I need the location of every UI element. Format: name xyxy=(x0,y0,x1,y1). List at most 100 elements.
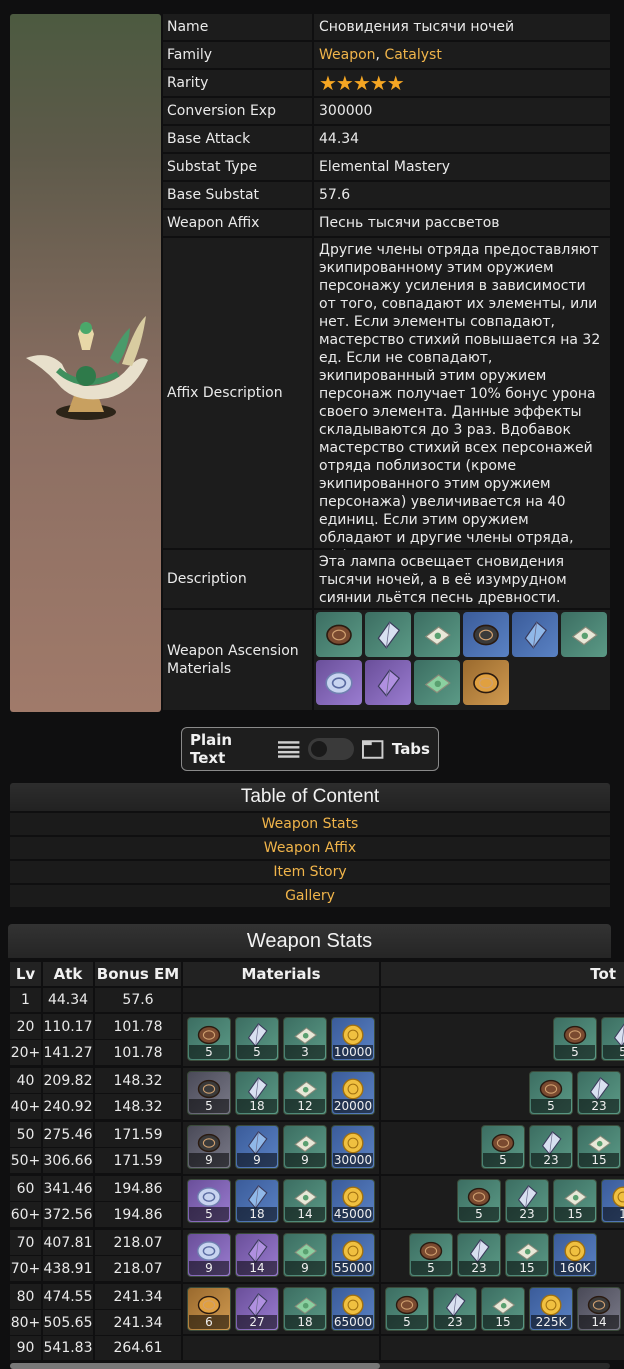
copper-material-icon[interactable]: 5 xyxy=(385,1287,429,1331)
info-row-base-attack: Base Attack 44.34 xyxy=(163,126,610,152)
material-quantity: 20000 xyxy=(333,1099,373,1113)
gold-talisman-icon[interactable] xyxy=(463,660,509,705)
stat-cell-lv: 40+ xyxy=(10,1094,41,1119)
weapon-name: Сновидения тысячи ночей xyxy=(314,14,610,40)
stat-cell-em: 148.32 xyxy=(95,1094,181,1119)
scroll-material-icon[interactable]: 15 xyxy=(577,1125,621,1169)
purple-material-icon[interactable]: 27 xyxy=(235,1287,279,1331)
copper-talisman-icon[interactable] xyxy=(316,612,362,657)
mora-material-icon[interactable]: 1 xyxy=(601,1179,624,1223)
mora-material-icon[interactable]: 225K xyxy=(529,1287,573,1331)
blue-material-icon[interactable]: 9 xyxy=(235,1125,279,1169)
crystal-material-icon[interactable]: 18 xyxy=(235,1071,279,1115)
material-quantity: 18 xyxy=(237,1207,277,1221)
substat-type: Elemental Mastery xyxy=(314,154,610,180)
mora-material-icon[interactable]: 160K xyxy=(553,1233,597,1277)
mora-material-icon[interactable]: 20000 xyxy=(331,1071,375,1115)
green-material-icon[interactable]: 9 xyxy=(283,1125,327,1169)
material-quantity: 5 xyxy=(189,1045,229,1059)
dark-material-icon[interactable]: 14 xyxy=(577,1287,621,1331)
crystal-shard-icon[interactable] xyxy=(365,612,411,657)
gold-material-icon[interactable]: 6 xyxy=(187,1287,231,1331)
toc-link-weapon-affix[interactable]: Weapon Affix xyxy=(10,837,610,859)
paper-scroll-icon[interactable] xyxy=(414,612,460,657)
material-quantity: 3 xyxy=(285,1045,325,1059)
stat-cell-atk: 240.92 xyxy=(43,1094,93,1119)
blue-crystal-icon[interactable] xyxy=(512,612,558,657)
jade-scroll-icon[interactable] xyxy=(414,660,460,705)
toc-link-item-story[interactable]: Item Story xyxy=(10,861,610,883)
level-materials-row: 5 5 3 10000 xyxy=(187,1017,375,1061)
scrollbar-thumb[interactable] xyxy=(10,1363,380,1369)
rarity-stars: ★★★★★ xyxy=(314,70,610,96)
green-scroll-icon[interactable] xyxy=(561,612,607,657)
purple-crystal-icon-glyph xyxy=(377,668,401,697)
mora-material-icon[interactable]: 65000 xyxy=(331,1287,375,1331)
info-row-name: Name Сновидения тысячи ночей xyxy=(163,14,610,40)
green-scroll-icon-glyph xyxy=(571,625,598,645)
stat-cell-em: 101.78 xyxy=(95,1040,181,1065)
info-row-substat-type: Substat Type Elemental Mastery xyxy=(163,154,610,180)
silver-material-icon[interactable]: 9 xyxy=(187,1233,231,1277)
green-material-icon[interactable]: 14 xyxy=(283,1179,327,1223)
mora-material-icon[interactable]: 10000 xyxy=(331,1017,375,1061)
jade-material-icon[interactable]: 9 xyxy=(283,1233,327,1277)
copper-material-icon[interactable]: 5 xyxy=(553,1017,597,1061)
view-mode-toggle[interactable]: Plain Text Tabs xyxy=(181,727,439,771)
blue-material-icon[interactable]: 18 xyxy=(235,1179,279,1223)
mora-material-icon[interactable]: 30000 xyxy=(331,1125,375,1169)
copper-material-icon[interactable]: 5 xyxy=(187,1017,231,1061)
table-of-contents: Table of Content Weapon Stats Weapon Aff… xyxy=(10,783,610,907)
mora-material-icon[interactable]: 55000 xyxy=(331,1233,375,1277)
copper-material-icon[interactable]: 5 xyxy=(529,1071,573,1115)
info-label: Conversion Exp xyxy=(163,98,312,124)
weapon-stats-table[interactable]: Lv Atk Bonus EM Materials Tot 1 44.34 57.6… xyxy=(10,962,624,1362)
crystal-material-icon[interactable]: 23 xyxy=(577,1071,621,1115)
family-link-weapon[interactable]: Weapon xyxy=(319,46,376,64)
weapon-description: Эта лампа освещает сновидения тысячи ноч… xyxy=(314,550,610,608)
scroll-material-icon[interactable]: 15 xyxy=(553,1179,597,1223)
toc-link-weapon-stats[interactable]: Weapon Stats xyxy=(10,813,610,835)
toc-link-gallery[interactable]: Gallery xyxy=(10,885,610,907)
stat-cell-em: 101.78 xyxy=(95,1014,181,1039)
crystal-material-icon[interactable]: 23 xyxy=(505,1179,549,1223)
stat-cell-lv: 80 xyxy=(10,1284,41,1309)
stat-cell-em: 194.86 xyxy=(95,1176,181,1201)
crystal-material-icon[interactable]: 5 xyxy=(235,1017,279,1061)
dark-material-icon[interactable]: 5 xyxy=(187,1071,231,1115)
material-quantity: 15 xyxy=(579,1153,619,1167)
crystal-material-icon[interactable]: 23 xyxy=(433,1287,477,1331)
silver-material-icon[interactable]: 5 xyxy=(187,1179,231,1223)
material-quantity: 5 xyxy=(237,1045,277,1059)
scroll-material-icon[interactable]: 12 xyxy=(283,1071,327,1115)
crystal-material-icon[interactable]: 23 xyxy=(529,1125,573,1169)
toggle-switch[interactable] xyxy=(307,738,355,760)
material-quantity: 14 xyxy=(237,1261,277,1275)
family-link-catalyst[interactable]: Catalyst xyxy=(384,46,441,64)
dark-talisman-icon[interactable] xyxy=(463,612,509,657)
purple-material-icon[interactable]: 14 xyxy=(235,1233,279,1277)
silver-disc-icon-glyph xyxy=(325,671,353,694)
purple-crystal-icon[interactable] xyxy=(365,660,411,705)
scroll-material-icon[interactable]: 15 xyxy=(481,1287,525,1331)
copper-material-icon[interactable]: 5 xyxy=(481,1125,525,1169)
jade-material-icon[interactable]: 18 xyxy=(283,1287,327,1331)
stat-cell-lv: 90 xyxy=(10,1336,41,1360)
material-quantity: 18 xyxy=(285,1315,325,1329)
dark-material-icon[interactable]: 9 xyxy=(187,1125,231,1169)
weapon-info-table: Name Сновидения тысячи ночей Family Weap… xyxy=(163,14,610,712)
crystal-material-icon[interactable]: 5 xyxy=(601,1017,624,1061)
horizontal-scrollbar[interactable] xyxy=(10,1363,610,1369)
col-header-bonus-em: Bonus EM xyxy=(95,962,181,986)
mora-material-icon[interactable]: 45000 xyxy=(331,1179,375,1223)
silver-disc-icon[interactable] xyxy=(316,660,362,705)
copper-material-icon[interactable]: 5 xyxy=(457,1179,501,1223)
scroll-material-icon[interactable]: 3 xyxy=(283,1017,327,1061)
crystal-material-icon[interactable]: 23 xyxy=(457,1233,501,1277)
level-materials-row: 9 9 9 30000 xyxy=(187,1125,375,1169)
material-quantity: 1 xyxy=(603,1207,624,1221)
material-quantity: 5 xyxy=(603,1045,624,1059)
level-materials-row: 5 18 14 45000 xyxy=(187,1179,375,1223)
copper-material-icon[interactable]: 5 xyxy=(409,1233,453,1277)
scroll-material-icon[interactable]: 15 xyxy=(505,1233,549,1277)
